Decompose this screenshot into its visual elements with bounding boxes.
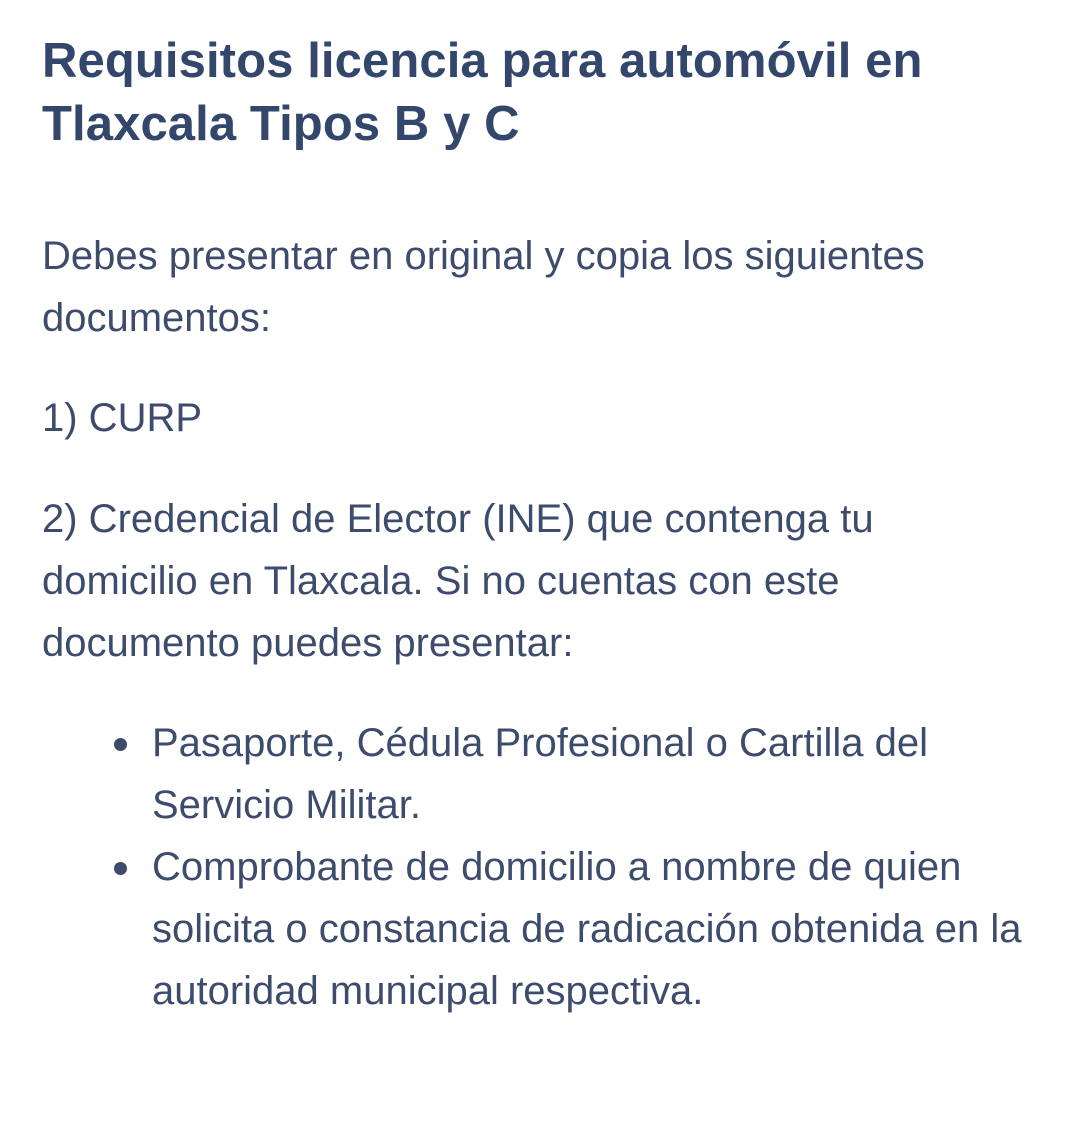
list-item-text: Pasaporte, Cédula Profesional o Cartilla…	[152, 721, 928, 827]
alternatives-list: Pasaporte, Cédula Profesional o Cartilla…	[42, 712, 1038, 1022]
document-page: Requisitos licencia para automóvil en Tl…	[0, 0, 1080, 1121]
list-item: Comprobante de domicilio a nombre de qui…	[114, 836, 1038, 1022]
requirement-curp: 1) CURP	[42, 396, 203, 440]
bullet-icon	[114, 862, 127, 875]
intro-paragraph: Debes presentar en original y copia los …	[42, 234, 925, 340]
bullet-icon	[114, 738, 127, 751]
page-title: Requisitos licencia para automóvil en Tl…	[42, 34, 923, 151]
list-item: Pasaporte, Cédula Profesional o Cartilla…	[114, 712, 1038, 836]
list-item-text: Comprobante de domicilio a nombre de qui…	[152, 845, 1022, 1013]
requirement-ine: 2) Credencial de Elector (INE) que conte…	[42, 497, 874, 665]
